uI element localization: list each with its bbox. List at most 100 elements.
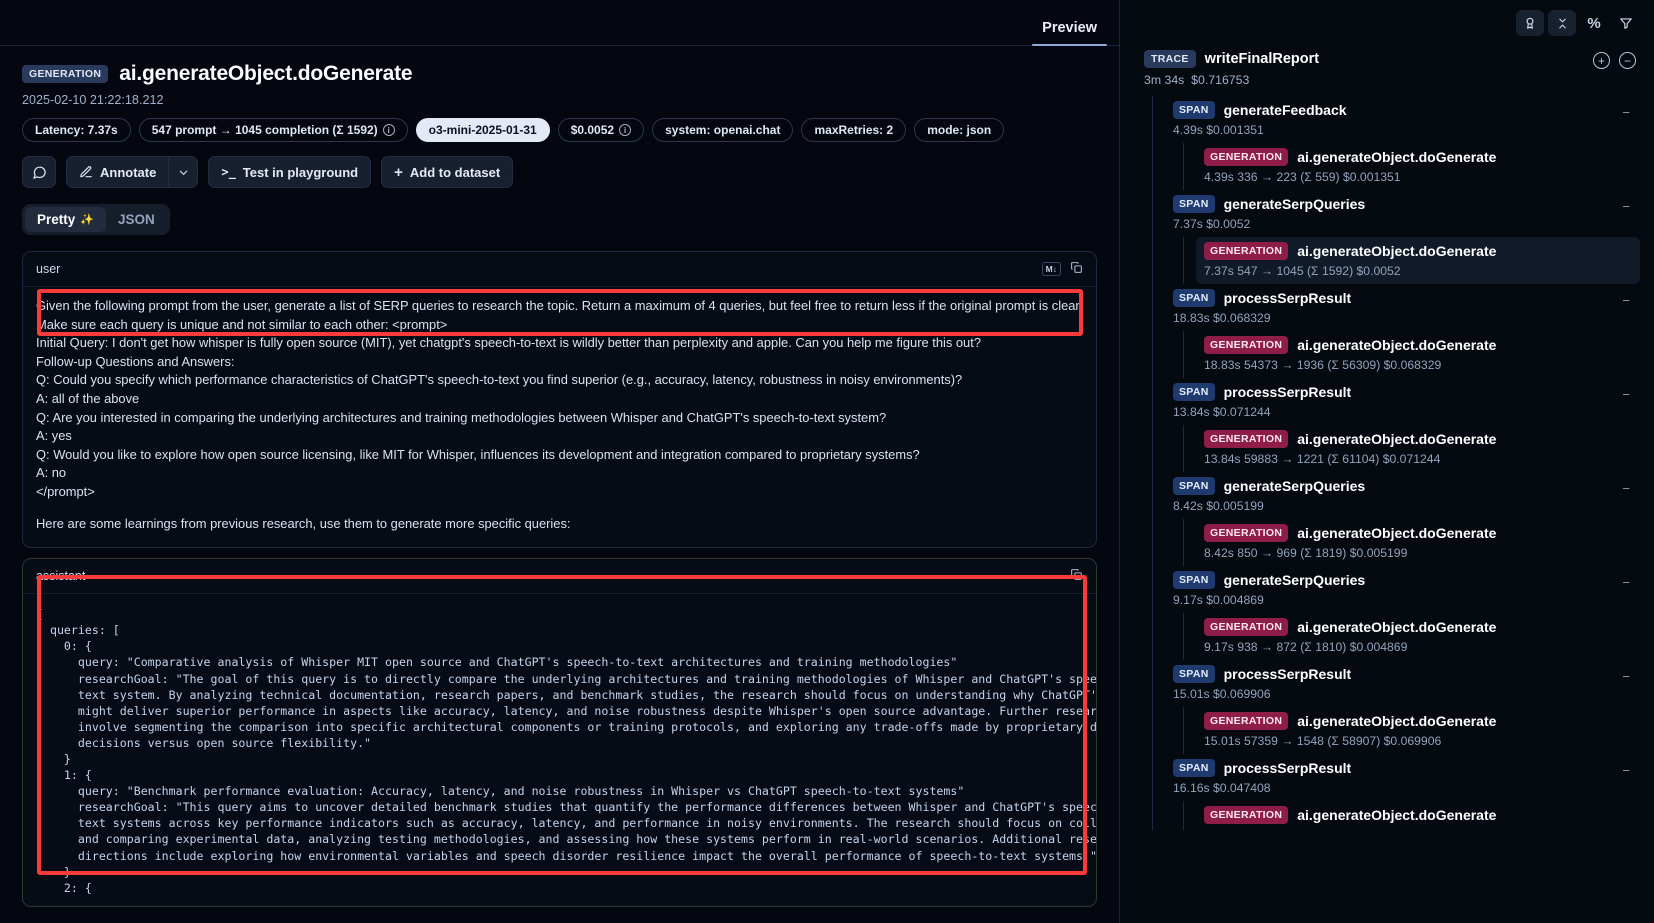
collapse-toggle-icon[interactable]: − [1622, 482, 1630, 495]
trace-node-row: GENERATIONai.generateObject.doGenerate [1204, 712, 1632, 730]
trace-node-generation[interactable]: GENERATIONai.generateObject.doGenerate4.… [1196, 143, 1640, 190]
collapse-toggle-icon[interactable]: − [1622, 576, 1630, 589]
trace-node-span[interactable]: SPANgenerateSerpQueries8.42s $0.005199− [1165, 472, 1640, 519]
message-header-actions [1070, 568, 1083, 584]
trace-tree-level-2: GENERATIONai.generateObject.doGenerate [1183, 801, 1640, 830]
chip-max-retries-label: maxRetries: 2 [814, 123, 893, 137]
collapse-toggle-icon[interactable]: − [1622, 670, 1630, 683]
trace-node-metrics: 9.17s $0.004869 [1173, 593, 1632, 607]
trace-node-generation[interactable]: GENERATIONai.generateObject.doGenerate8.… [1196, 519, 1640, 566]
trace-node-span[interactable]: SPANprocessSerpResult18.83s $0.068329− [1165, 284, 1640, 331]
sparkle-icon: ✨ [80, 213, 94, 226]
trace-node-span[interactable]: SPANprocessSerpResult15.01s $0.069906− [1165, 660, 1640, 707]
markdown-icon[interactable]: M↓ [1042, 262, 1061, 277]
percent-icon[interactable]: % [1580, 10, 1608, 36]
trace-name[interactable]: writeFinalReport [1205, 51, 1319, 67]
speech-bubble-icon [32, 165, 47, 180]
collapse-toggle-icon[interactable]: − [1622, 106, 1630, 119]
message-line: Q: Are you interested in comparing the u… [36, 409, 1083, 428]
chip-tokens-label: 547 prompt → 1045 completion (Σ 1592) [152, 123, 378, 137]
trace-tree-level-2: GENERATIONai.generateObject.doGenerate13… [1183, 425, 1640, 472]
award-icon[interactable] [1516, 10, 1544, 36]
tab-preview[interactable]: Preview [1032, 20, 1107, 45]
generation-timestamp: 2025-02-10 21:22:18.212 [22, 93, 1097, 107]
trace-node-span[interactable]: SPANprocessSerpResult16.16s $0.047408− [1165, 754, 1640, 801]
trace-tree-level-2: GENERATIONai.generateObject.doGenerate15… [1183, 707, 1640, 754]
trace-node-name: generateSerpQueries [1224, 196, 1366, 212]
chip-system[interactable]: system: openai.chat [652, 118, 793, 142]
trace-node-generation[interactable]: GENERATIONai.generateObject.doGenerate18… [1196, 331, 1640, 378]
collapse-toggle-icon[interactable]: − [1622, 388, 1630, 401]
info-icon[interactable]: i [383, 124, 395, 136]
chip-latency-label: Latency: 7.37s [35, 123, 118, 137]
collapse-toggle-icon[interactable]: − [1622, 764, 1630, 777]
chip-cost[interactable]: $0.0052 i [558, 118, 644, 142]
code-line: 0: { [36, 638, 1083, 654]
trace-node-type-badge: SPAN [1173, 195, 1215, 213]
trace-node-generation[interactable]: GENERATIONai.generateObject.doGenerate13… [1196, 425, 1640, 472]
trace-node-type-badge: GENERATION [1204, 712, 1288, 730]
trace-node-generation[interactable]: GENERATIONai.generateObject.doGenerate15… [1196, 707, 1640, 754]
code-line: decisions versus open source flexibility… [36, 735, 1083, 751]
chip-mode-label: mode: json [927, 123, 991, 137]
code-line: } [36, 751, 1083, 767]
annotate-button-group: Annotate [66, 156, 198, 188]
trace-node-generation[interactable]: GENERATIONai.generateObject.doGenerate9.… [1196, 613, 1640, 660]
trace-node-generation[interactable]: GENERATIONai.generateObject.doGenerate7.… [1196, 237, 1640, 284]
code-line: 2: { [36, 880, 1083, 896]
collapse-toggle-icon[interactable]: − [1622, 294, 1630, 307]
trace-node-row: GENERATIONai.generateObject.doGenerate [1204, 242, 1632, 260]
filter-icon[interactable] [1612, 10, 1640, 36]
toggle-json[interactable]: JSON [106, 207, 167, 232]
zoom-out-icon[interactable]: − [1619, 52, 1636, 69]
tab-bar: Preview [0, 0, 1119, 46]
trace-node-type-badge: SPAN [1173, 571, 1215, 589]
annotate-dropdown-button[interactable] [168, 156, 198, 188]
page-title: ai.generateObject.doGenerate [119, 62, 412, 86]
toggle-pretty[interactable]: Pretty ✨ [25, 207, 106, 232]
add-to-dataset-button[interactable]: + Add to dataset [381, 156, 513, 188]
trace-node-name: ai.generateObject.doGenerate [1297, 619, 1496, 635]
annotate-button[interactable]: Annotate [66, 156, 168, 188]
chip-model[interactable]: o3-mini-2025-01-31 [416, 118, 550, 142]
trace-node-metrics: 8.42s 850 → 969 (Σ 1819) $0.005199 [1204, 546, 1632, 560]
trace-node-span[interactable]: SPANgenerateFeedback4.39s $0.001351− [1165, 96, 1640, 143]
trace-node-name: processSerpResult [1224, 760, 1352, 776]
code-line: 1: { [36, 767, 1083, 783]
code-line: text system. By analyzing technical docu… [36, 687, 1083, 703]
code-line: query: "Benchmark performance evaluation… [36, 783, 1083, 799]
zoom-in-icon[interactable]: + [1593, 52, 1610, 69]
collapse-all-icon[interactable] [1548, 10, 1576, 36]
collapse-toggle-icon[interactable]: − [1622, 200, 1630, 213]
code-line: involve segmenting the comparison into s… [36, 719, 1083, 735]
trace-node-row: SPAN generateSerpQueries [1173, 195, 1632, 213]
test-in-playground-button[interactable]: >_ Test in playground [208, 156, 371, 188]
trace-node-span[interactable]: SPAN generateSerpQueries 7.37s $0.0052 − [1165, 190, 1640, 237]
code-line: text systems across key performance indi… [36, 815, 1083, 831]
trace-node-metrics: 7.37s $0.0052 [1173, 217, 1632, 231]
message-trailing-line: Here are some learnings from previous re… [36, 515, 1083, 534]
trace-header: TRACE writeFinalReport 3m 34s $0.716753 … [1134, 46, 1640, 87]
trace-node-span[interactable]: SPANgenerateSerpQueries9.17s $0.004869− [1165, 566, 1640, 613]
trace-node-type-badge: GENERATION [1204, 618, 1288, 636]
copy-icon[interactable] [1070, 261, 1083, 277]
chip-latency[interactable]: Latency: 7.37s [22, 118, 131, 142]
chip-max-retries[interactable]: maxRetries: 2 [801, 118, 906, 142]
copy-icon[interactable] [1070, 568, 1083, 584]
terminal-icon: >_ [221, 166, 235, 178]
chip-tokens[interactable]: 547 prompt → 1045 completion (Σ 1592) i [139, 118, 408, 142]
app-root: Preview GENERATION ai.generateObject.doG… [0, 0, 1654, 923]
trace-node-generation[interactable]: GENERATIONai.generateObject.doGenerate [1196, 801, 1640, 830]
info-icon[interactable]: i [619, 124, 631, 136]
trace-node-row: GENERATION ai.generateObject.doGenerate [1204, 618, 1632, 636]
comment-button[interactable] [22, 156, 56, 188]
trace-node-type-badge: GENERATION [1204, 336, 1288, 354]
trace-node-type-badge: GENERATION [1204, 242, 1288, 260]
chip-mode[interactable]: mode: json [914, 118, 1004, 142]
trace-node-span[interactable]: SPANprocessSerpResult13.84s $0.071244− [1165, 378, 1640, 425]
trace-node-type-badge: SPAN [1173, 101, 1215, 119]
message-list[interactable]: user M↓ Given the following prompt from … [22, 251, 1097, 923]
chip-system-label: system: openai.chat [665, 123, 780, 137]
trace-tree-level-2: GENERATIONai.generateObject.doGenerate18… [1183, 331, 1640, 378]
trace-node-type-badge: GENERATION [1204, 148, 1288, 166]
